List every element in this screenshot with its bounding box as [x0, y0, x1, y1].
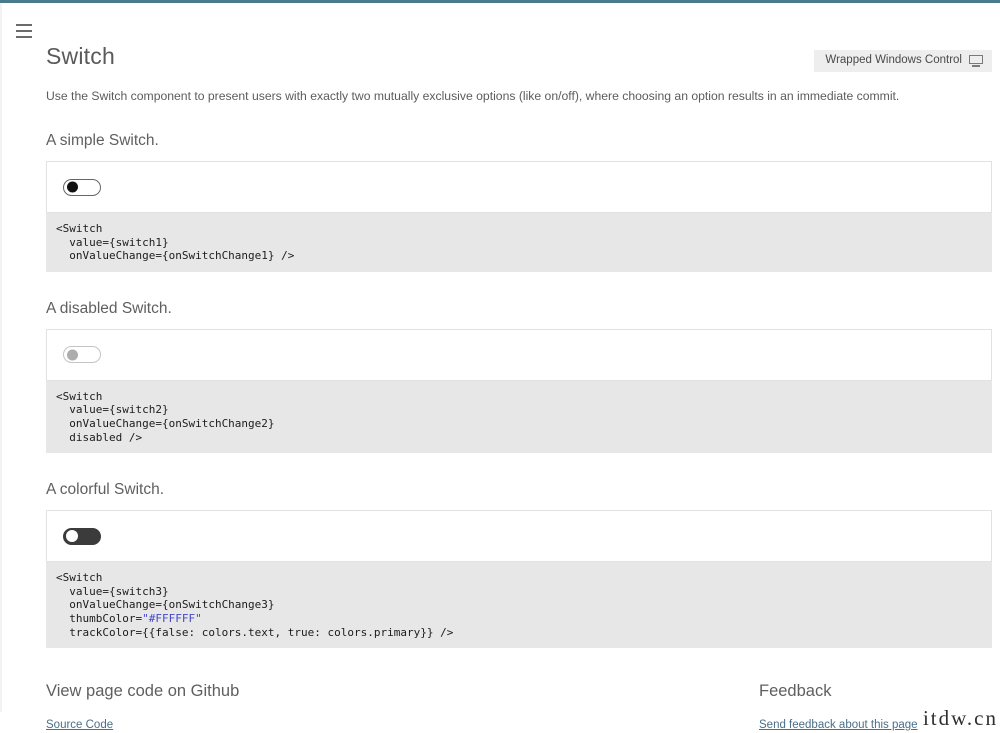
page-footer: View page code on Github Source Code Fee… [46, 680, 996, 733]
hamburger-bar [16, 30, 32, 32]
monitor-stand [972, 65, 980, 67]
section-disabled-switch: A disabled Switch. <Switch value={switch… [46, 299, 992, 454]
hamburger-bar [16, 24, 32, 26]
send-feedback-link[interactable]: Send feedback about this page [759, 719, 918, 731]
main-content: Switch Wrapped Windows Control Use the S… [46, 41, 996, 733]
switch-demo-card [46, 161, 992, 213]
title-row: Switch Wrapped Windows Control [46, 41, 992, 77]
footer-github-column: View page code on Github Source Code [46, 680, 519, 733]
code-string-literal: "#FFFFFF" [142, 611, 202, 625]
switch-thumb [66, 530, 78, 543]
footer-feedback-column: Feedback Send feedback about this page [519, 680, 992, 733]
source-code-link[interactable]: Source Code [46, 719, 113, 731]
monitor-screen [969, 55, 983, 64]
monitor-icon [969, 55, 983, 67]
colorful-switch-toggle[interactable] [63, 527, 101, 545]
section-simple-switch: A simple Switch. <Switch value={switch1}… [46, 131, 992, 272]
switch-thumb [67, 181, 78, 193]
section-heading: A simple Switch. [46, 132, 159, 149]
footer-heading-github: View page code on Github [46, 682, 240, 701]
switch-thumb [67, 349, 78, 361]
footer-heading-feedback: Feedback [759, 682, 832, 701]
disabled-switch-toggle [63, 346, 101, 364]
hamburger-menu-icon[interactable] [14, 22, 34, 38]
control-badge-label: Wrapped Windows Control [825, 54, 962, 67]
switch-demo-card [46, 328, 992, 381]
hamburger-bar [16, 36, 32, 38]
code-block: <Switch value={switch3} onValueChange={o… [46, 562, 992, 649]
code-block: <Switch value={switch1} onValueChange={o… [46, 213, 992, 272]
code-block: <Switch value={switch2} onValueChange={o… [46, 380, 992, 454]
page-root: Switch Wrapped Windows Control Use the S… [2, 3, 1000, 731]
section-heading: A disabled Switch. [46, 299, 172, 317]
page-description: Use the Switch component to present user… [46, 89, 900, 103]
wrapped-windows-control-badge: Wrapped Windows Control [814, 50, 992, 72]
simple-switch-toggle[interactable] [63, 178, 101, 196]
section-heading: A colorful Switch. [46, 481, 165, 499]
section-colorful-switch: A colorful Switch. <Switch value={switch… [46, 480, 992, 649]
switch-demo-card [46, 510, 992, 563]
